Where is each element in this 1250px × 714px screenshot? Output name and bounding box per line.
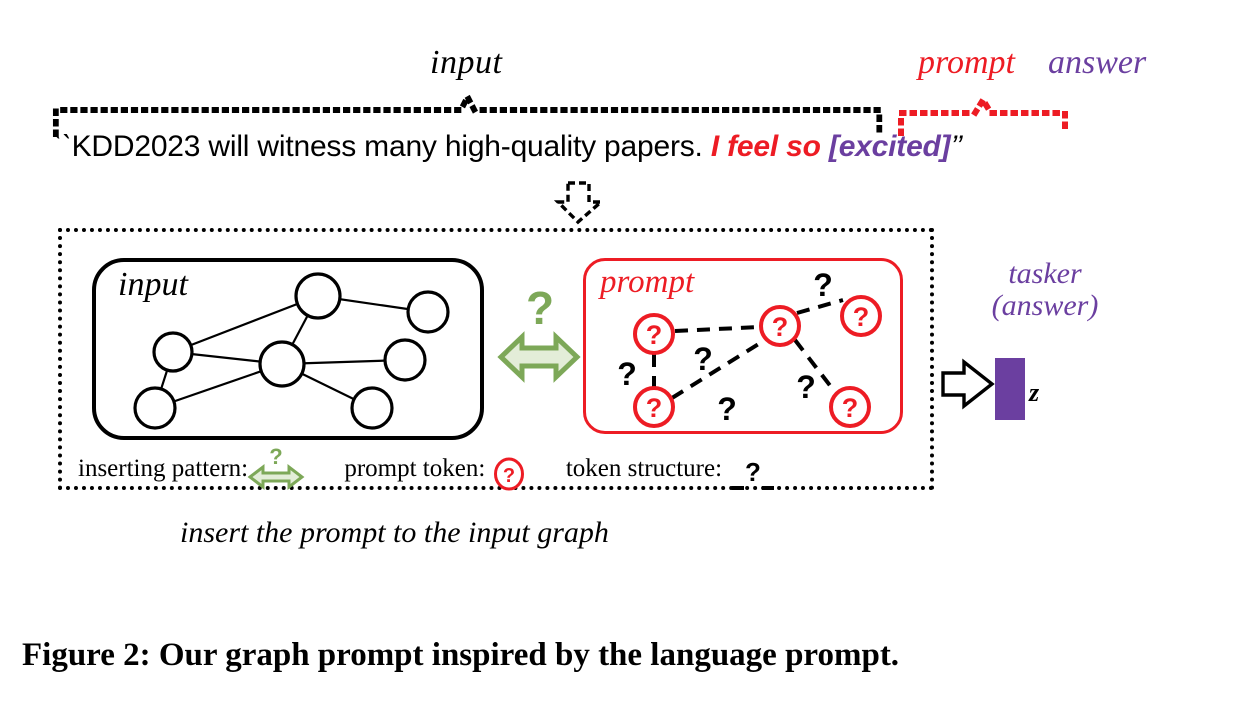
- tasker-line2: (answer): [991, 288, 1099, 322]
- svg-text:?: ?: [617, 356, 637, 392]
- legend-token-structure-label: token structure:: [565, 455, 723, 482]
- legend-inserting-pattern-icon: ?: [247, 444, 305, 491]
- svg-text:?: ?: [842, 393, 859, 423]
- legend-token-structure-icon: ?: [728, 456, 778, 490]
- purple-embedding-bar-icon: [995, 358, 1025, 420]
- figure-page: input prompt answer ``KDD2023 will witne…: [0, 0, 1250, 714]
- figure-caption: Figure 2: Our graph prompt inspired by t…: [22, 637, 900, 673]
- insert-prompt-caption: insert the prompt to the input graph: [180, 516, 609, 549]
- svg-text:?: ?: [269, 444, 282, 469]
- hollow-right-arrow-icon: [941, 358, 995, 410]
- label-tasker-answer: tasker (answer): [970, 258, 1120, 321]
- svg-text:?: ?: [693, 341, 713, 377]
- legend-prompt-token-label: prompt token:: [344, 455, 486, 482]
- svg-text:?: ?: [646, 393, 663, 423]
- tasker-line1: tasker: [1008, 257, 1082, 290]
- legend-prompt-token-icon: ?: [492, 457, 526, 491]
- prompt-graph-svg: ? ? ? ? ? ? ? ? ? ?: [617, 267, 882, 428]
- embedding-z-label: z: [1029, 378, 1040, 407]
- svg-text:?: ?: [853, 302, 870, 332]
- svg-text:?: ?: [502, 465, 514, 487]
- legend-row: inserting pattern: ? prompt token: ? tok…: [78, 444, 778, 491]
- svg-text:?: ?: [796, 369, 816, 405]
- svg-text:?: ?: [717, 391, 737, 427]
- svg-text:?: ?: [745, 457, 761, 487]
- svg-text:?: ?: [772, 312, 789, 342]
- legend-inserting-pattern-label: inserting pattern:: [78, 455, 249, 482]
- svg-text:?: ?: [646, 320, 663, 350]
- svg-text:?: ?: [813, 267, 833, 303]
